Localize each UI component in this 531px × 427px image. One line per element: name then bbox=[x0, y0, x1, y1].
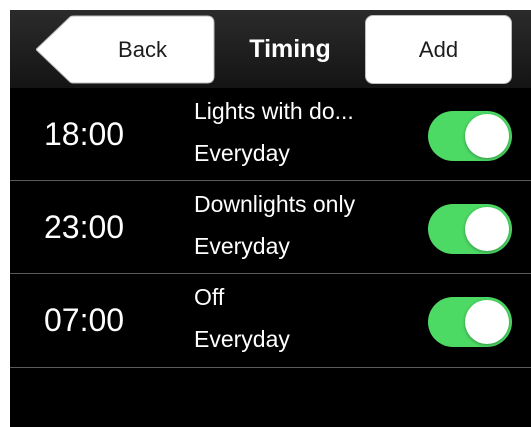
timer-name: Downlights only bbox=[194, 191, 356, 217]
toggle-knob bbox=[465, 300, 509, 344]
timer-time: 18:00 bbox=[44, 116, 125, 152]
timer-row[interactable]: 18:00 Lights with do... Everyday bbox=[10, 88, 531, 181]
timer-name: Lights with do... bbox=[194, 98, 354, 124]
navigation-bar: Back Timing Add bbox=[10, 10, 531, 88]
add-button[interactable]: Add bbox=[365, 15, 512, 84]
back-button[interactable]: Back bbox=[36, 15, 215, 84]
timer-name: Off bbox=[194, 284, 225, 310]
timer-list: 18:00 Lights with do... Everyday 23:00 D… bbox=[10, 88, 531, 368]
page-title: Timing bbox=[249, 35, 331, 63]
toggle-knob bbox=[465, 207, 509, 251]
timer-repeat: Everyday bbox=[194, 233, 290, 259]
timer-toggle[interactable] bbox=[428, 204, 512, 254]
toggle-knob bbox=[465, 114, 509, 158]
back-button-label: Back bbox=[118, 37, 167, 62]
timer-time: 07:00 bbox=[44, 302, 125, 338]
timer-row[interactable]: 07:00 Off Everyday bbox=[10, 274, 531, 368]
timer-toggle[interactable] bbox=[428, 111, 512, 161]
timer-row[interactable]: 23:00 Downlights only Everyday bbox=[10, 181, 531, 274]
timer-time: 23:00 bbox=[44, 209, 125, 245]
timer-repeat: Everyday bbox=[194, 326, 290, 352]
timer-repeat: Everyday bbox=[194, 140, 290, 166]
timing-screen: Back Timing Add 18:00 Lights with do... … bbox=[10, 10, 531, 427]
timer-toggle[interactable] bbox=[428, 297, 512, 347]
